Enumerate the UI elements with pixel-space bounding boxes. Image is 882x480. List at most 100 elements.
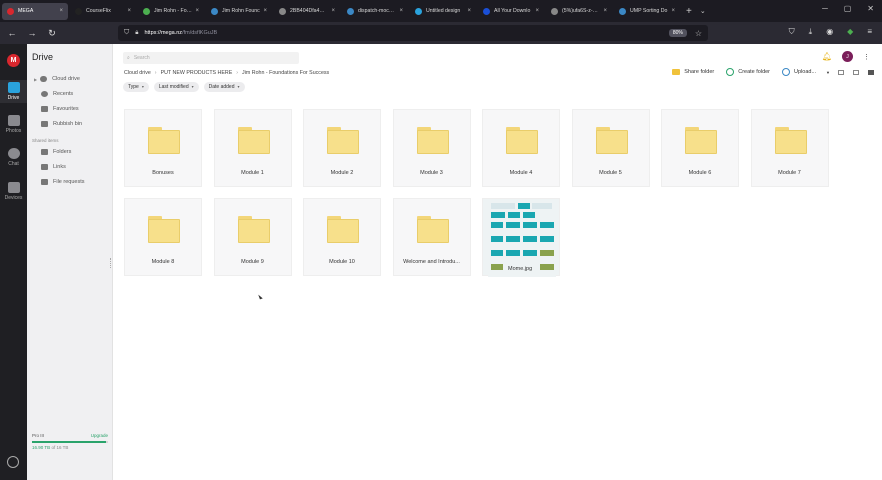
tab-list-chevron-icon[interactable]: ⌄ [700, 7, 706, 15]
browser-tab[interactable]: UMP Sorting Do × [614, 3, 680, 20]
browser-tab[interactable]: dispatch-mockup × [342, 3, 408, 20]
folder-card[interactable]: Module 2 [303, 109, 381, 187]
search-input[interactable]: ⌕ Search [123, 52, 299, 64]
sidebar-item-cloud-drive[interactable]: ▶ Cloud drive [34, 76, 80, 82]
folder-card[interactable]: Module 3 [392, 109, 471, 187]
folder-card[interactable]: Bonuses [124, 109, 202, 187]
folder-card[interactable]: Module 7 [750, 109, 829, 187]
image-card[interactable]: Mome.jpg [482, 198, 560, 277]
photos-icon [7, 115, 20, 126]
sidebar-resize-handle[interactable] [110, 258, 112, 268]
url-bar[interactable]: ⛉ 🔒︎ https://mega.nz/fm/dsflKGuJB 80% ☆ [118, 25, 708, 41]
folder-card[interactable]: Module 8 [124, 198, 202, 276]
item-name: Module 5 [599, 170, 622, 176]
filter-type[interactable]: Type ▾ [123, 82, 149, 92]
sidebar-item-rubbish-bin[interactable]: Rubbish bin [41, 121, 82, 127]
thumbnail-block [491, 236, 503, 242]
forward-arrow-icon[interactable]: → [24, 28, 40, 38]
tab-close-icon[interactable]: × [127, 8, 131, 14]
browser-tab[interactable]: (5%)ufa6S-z-0-y-tk× [546, 3, 612, 20]
list-view-icon[interactable] [853, 70, 859, 75]
minimize-icon[interactable]: ─ [822, 4, 828, 13]
tab-close-icon[interactable]: × [399, 8, 403, 14]
tab-close-icon[interactable]: × [535, 8, 539, 14]
thumbnail-block [491, 264, 503, 270]
sidebar-item-links[interactable]: Links [41, 164, 66, 170]
tab-favicon-icon [551, 7, 558, 15]
maximize-icon[interactable]: ▢ [844, 4, 852, 13]
breadcrumb-item[interactable]: Cloud drive [124, 70, 151, 76]
folder-card[interactable]: Module 4 [482, 109, 560, 187]
breadcrumb-item[interactable]: PUT NEW PRODUCTS HERE [161, 70, 233, 76]
browser-tab[interactable]: MEGA × [2, 2, 68, 20]
sidebar-item-favourites[interactable]: Favourites [41, 106, 79, 112]
tab-close-icon[interactable]: × [467, 8, 471, 14]
item-name: Module 7 [778, 170, 801, 176]
item-name: Module 9 [241, 259, 264, 265]
browser-tab[interactable]: Untitled design × [410, 3, 476, 20]
menu-icon[interactable]: ≡ [867, 27, 872, 37]
folder-card[interactable]: Welcome and Introdu... [392, 198, 471, 276]
mega-logo[interactable]: M [7, 54, 20, 67]
notifications-bell-icon[interactable]: 🔔︎ [822, 52, 832, 61]
chevron-down-icon[interactable]: ▼ [826, 70, 830, 75]
tab-close-icon[interactable]: × [263, 8, 267, 14]
browser-tab[interactable]: Jim Rohn Founc × [206, 3, 272, 20]
close-window-icon[interactable]: ✕ [867, 4, 874, 13]
thumbnail-block [506, 236, 520, 242]
account-icon[interactable]: ◉ [826, 27, 833, 37]
new-tab-button[interactable]: + [686, 6, 692, 17]
settings-gear-icon[interactable] [7, 456, 19, 468]
rail-item-drive[interactable]: Drive [0, 80, 27, 103]
upload-button[interactable]: Upload... ▼ [782, 68, 830, 76]
tab-favicon-icon [279, 7, 286, 15]
sidebar-item-recents[interactable]: Recents [41, 91, 73, 97]
folder-card[interactable]: Module 5 [571, 109, 650, 187]
tab-close-icon[interactable]: × [195, 8, 199, 14]
rail-item-devices[interactable]: Devices [0, 182, 27, 201]
tab-close-icon[interactable]: × [59, 8, 63, 14]
rail-item-photos[interactable]: Photos [0, 115, 27, 134]
filter-label: Last modified [158, 84, 189, 90]
create-folder-button[interactable]: Create folder [726, 68, 770, 76]
url-text[interactable]: https://mega.nz/fm/dsflKGuJB [144, 30, 668, 36]
tab-close-icon[interactable]: × [603, 8, 607, 14]
pocket-icon[interactable]: ⛉ [789, 27, 795, 37]
folder-card[interactable]: Module 6 [661, 109, 739, 187]
thumbnail-block [518, 203, 530, 209]
info-panel-icon[interactable] [838, 70, 844, 75]
downloads-icon[interactable]: ⤓ [809, 27, 813, 37]
breadcrumb-item[interactable]: Jim Rohn - Foundations For Success [242, 70, 329, 76]
caret-right-icon[interactable]: ▶ [34, 77, 37, 82]
avatar[interactable]: J [842, 51, 853, 62]
folder-icon [327, 216, 359, 243]
browser-tab[interactable]: CourseFlix × [70, 3, 136, 20]
lock-icon[interactable]: 🔒︎ [135, 30, 138, 37]
filter-date-added[interactable]: Date added ▾ [203, 82, 245, 92]
browser-tab[interactable]: 2BB404Dfa4m61YeG× [274, 3, 340, 20]
tab-close-icon[interactable]: × [331, 8, 335, 14]
more-menu-icon[interactable]: ⋮ [863, 53, 870, 61]
extension-icon[interactable]: ◆ [847, 27, 853, 37]
chevron-down-icon: ▾ [191, 84, 194, 89]
browser-tab[interactable]: Jim Rohn - Founc × [138, 3, 204, 20]
grid-view-icon[interactable] [868, 70, 874, 75]
folder-card[interactable]: Module 1 [213, 109, 292, 187]
sidebar-item-folders[interactable]: Folders [41, 149, 71, 155]
reload-icon[interactable]: ↻ [44, 28, 60, 39]
shield-icon[interactable]: ⛉ [124, 29, 129, 37]
filter-last-modified[interactable]: Last modified ▾ [153, 82, 199, 92]
bookmark-star-icon[interactable]: ☆ [695, 29, 702, 38]
upload-label: Upload... [794, 69, 817, 75]
upgrade-link[interactable]: Upgrade [91, 433, 108, 438]
folder-card[interactable]: Module 10 [303, 198, 381, 276]
share-folder-button[interactable]: Share folder [672, 69, 714, 75]
tab-close-icon[interactable]: × [671, 8, 675, 14]
sidebar-item-file-requests[interactable]: File requests [41, 179, 85, 185]
rail-item-chat[interactable]: Chat [0, 148, 27, 167]
back-arrow-icon[interactable]: ← [4, 28, 20, 38]
zoom-badge[interactable]: 80% [668, 29, 687, 37]
devices-icon [7, 182, 20, 193]
folder-card[interactable]: Module 9 [213, 198, 292, 276]
browser-tab[interactable]: All Your Downlo × [478, 3, 544, 20]
